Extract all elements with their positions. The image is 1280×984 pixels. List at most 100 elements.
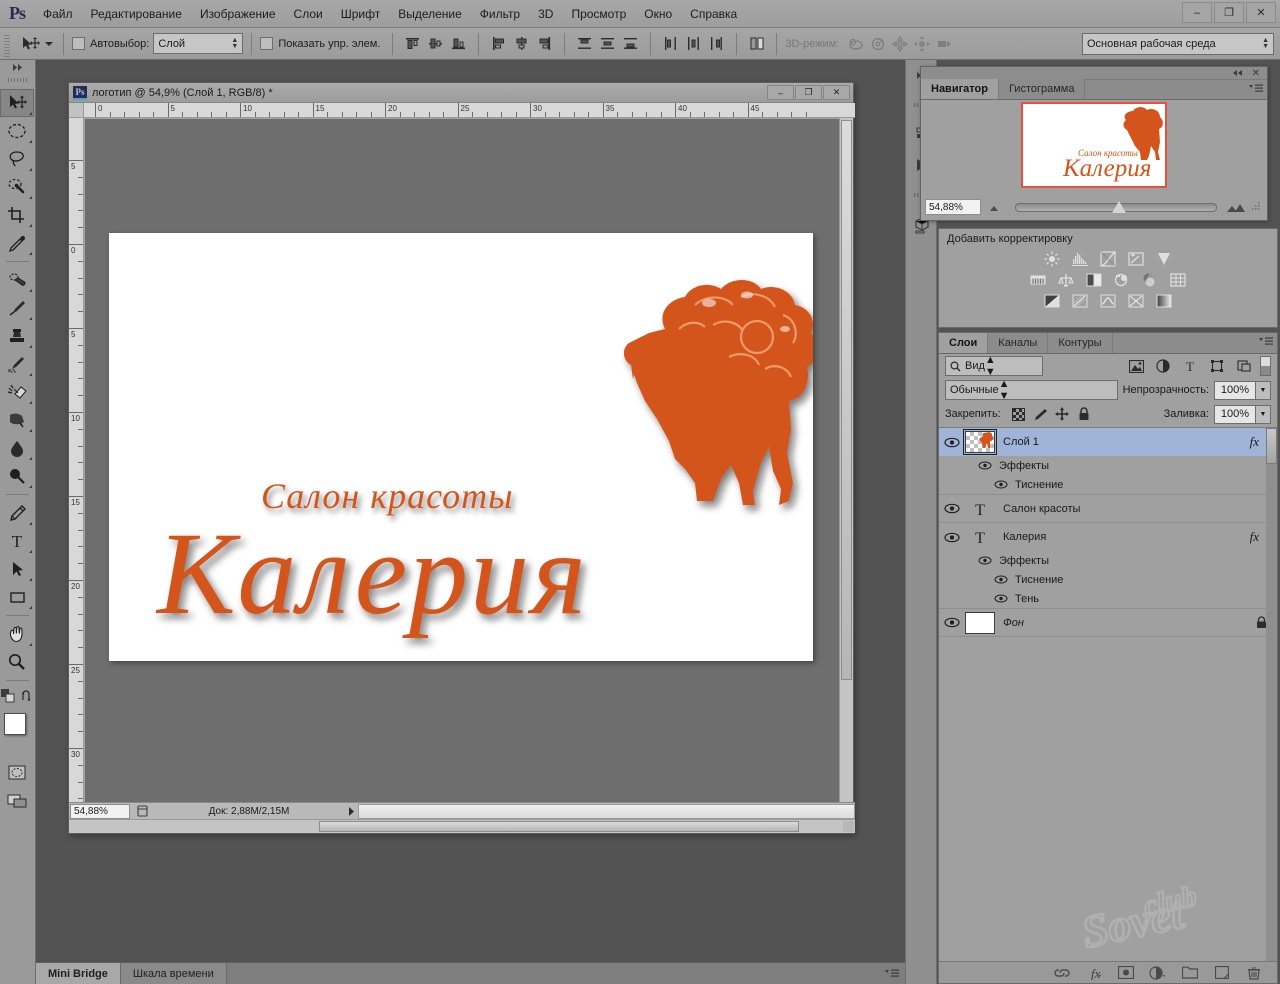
- tab-channels[interactable]: Каналы: [988, 333, 1049, 353]
- effect-visibility-toggle[interactable]: [993, 591, 1009, 607]
- layer-visibility-toggle[interactable]: [939, 495, 965, 523]
- tool-eraser[interactable]: [0, 378, 34, 406]
- tool-path-selection[interactable]: [0, 555, 34, 583]
- layer-effect-item[interactable]: Тиснение: [939, 475, 1277, 495]
- link-layers-icon[interactable]: [1053, 964, 1071, 982]
- collapse-panel-icon[interactable]: [1232, 69, 1243, 77]
- layer-visibility-toggle[interactable]: [939, 609, 965, 637]
- tool-quick-selection[interactable]: [0, 173, 34, 201]
- menu-help[interactable]: Справка: [681, 0, 746, 28]
- color-balance-icon[interactable]: [1056, 271, 1076, 289]
- effects-visibility-toggle[interactable]: [977, 553, 993, 569]
- opacity-value[interactable]: 100%: [1214, 380, 1256, 400]
- tab-navigator[interactable]: Навигатор: [921, 79, 999, 99]
- navigator-zoom-slider[interactable]: [1015, 200, 1217, 213]
- tool-dodge[interactable]: [0, 462, 34, 490]
- tool-rectangle[interactable]: [0, 583, 34, 611]
- photo-filter-icon[interactable]: [1112, 271, 1132, 289]
- tool-pen[interactable]: [0, 499, 34, 527]
- toolbox-grip[interactable]: [8, 74, 27, 86]
- layer-visibility-toggle[interactable]: [939, 523, 965, 551]
- filter-adjustment-icon[interactable]: [1152, 356, 1174, 376]
- tool-gradient[interactable]: [0, 406, 34, 434]
- layer-thumbnail[interactable]: [965, 611, 995, 634]
- distribute-vertical-center-icon[interactable]: [597, 33, 618, 54]
- tool-elliptical-marquee[interactable]: [0, 117, 34, 145]
- tool-zoom[interactable]: [0, 648, 34, 676]
- tab-histogram[interactable]: Гистограмма: [998, 79, 1086, 99]
- document-titlebar[interactable]: Ps логотип @ 54,9% (Слой 1, RGB/8) * – ❐…: [69, 83, 853, 103]
- hue-saturation-icon[interactable]: [1028, 271, 1048, 289]
- tool-blur[interactable]: [0, 434, 34, 462]
- resize-grip-icon[interactable]: [843, 821, 854, 832]
- vibrance-icon[interactable]: [1154, 250, 1174, 268]
- tab-paths[interactable]: Контуры: [1048, 333, 1113, 353]
- invert-icon[interactable]: [1042, 292, 1062, 310]
- layer-name[interactable]: Слой 1: [1003, 436, 1250, 448]
- layers-panel-menu-icon[interactable]: [1259, 337, 1273, 347]
- layer-name[interactable]: Салон красоты: [1003, 503, 1277, 515]
- navigator-resize-grip-icon[interactable]: [1251, 201, 1263, 213]
- add-layer-style-icon[interactable]: fx: [1085, 964, 1103, 982]
- fill-dropdown-arrow-icon[interactable]: ▼: [1256, 404, 1271, 424]
- align-horizontal-centers-icon[interactable]: [511, 33, 532, 54]
- status-expand-icon[interactable]: [344, 804, 358, 819]
- menu-type[interactable]: Шрифт: [332, 0, 389, 28]
- tool-lasso[interactable]: [0, 145, 34, 173]
- layer-effects-group[interactable]: Эффекты: [939, 551, 1277, 570]
- tool-history-brush[interactable]: [0, 350, 34, 378]
- brightness-contrast-icon[interactable]: [1042, 250, 1062, 268]
- toolbox-expand-icon[interactable]: [0, 60, 35, 74]
- ruler-corner[interactable]: [69, 103, 84, 118]
- blend-mode-dropdown[interactable]: Обычные ▲ ▼: [945, 378, 1118, 402]
- curves-icon[interactable]: [1098, 250, 1118, 268]
- menu-file[interactable]: Файл: [34, 0, 82, 28]
- quick-mask-toggle[interactable]: [0, 759, 34, 787]
- document-restore-button[interactable]: ❐: [795, 85, 822, 100]
- table-row[interactable]: T Калерия fx: [939, 523, 1277, 551]
- document-minimize-button[interactable]: –: [767, 85, 794, 100]
- zoom-slider-handle[interactable]: [1112, 200, 1126, 213]
- move-tool-icon[interactable]: [17, 32, 43, 56]
- distribute-top-icon[interactable]: [574, 33, 595, 54]
- lock-transparent-pixels-icon[interactable]: [1010, 405, 1027, 423]
- layer-filter-dropdown[interactable]: Вид ▲ ▼: [945, 354, 1043, 378]
- layer-effect-item[interactable]: Тень: [939, 589, 1277, 609]
- document-profile-icon[interactable]: [132, 804, 154, 819]
- effects-visibility-toggle[interactable]: [977, 458, 993, 474]
- channel-mixer-icon[interactable]: [1140, 271, 1160, 289]
- filter-type-icon[interactable]: T: [1179, 356, 1201, 376]
- layer-fx-badge[interactable]: fx: [1250, 434, 1259, 450]
- posterize-icon[interactable]: [1070, 292, 1090, 310]
- horizontal-ruler[interactable]: 0 5 10 15 20 25 30 35 40 45: [69, 103, 855, 118]
- canvas-vertical-scrollbar[interactable]: [839, 118, 853, 808]
- tab-mini-bridge[interactable]: Mini Bridge: [36, 963, 121, 984]
- filter-pixel-icon[interactable]: [1125, 356, 1147, 376]
- bottom-panel-menu-icon[interactable]: [885, 969, 899, 979]
- tool-eyedropper[interactable]: [0, 229, 34, 257]
- tool-horizontal-type[interactable]: T: [0, 527, 34, 555]
- filter-shape-icon[interactable]: [1206, 356, 1228, 376]
- menu-window[interactable]: Окно: [635, 0, 681, 28]
- layer-effect-item[interactable]: Тиснение: [939, 570, 1277, 589]
- canvas-area[interactable]: Салон красоты Калерия: [85, 119, 847, 808]
- auto-align-layers-icon[interactable]: [746, 33, 767, 54]
- menu-edit[interactable]: Редактирование: [82, 0, 191, 28]
- navigator-thumbnail[interactable]: Салон красоты Калерия: [1021, 102, 1167, 188]
- layer-thumbnail[interactable]: [963, 429, 997, 455]
- align-vertical-centers-icon[interactable]: [425, 33, 446, 54]
- exposure-icon[interactable]: [1126, 250, 1146, 268]
- delete-layer-icon[interactable]: [1245, 964, 1263, 982]
- layer-type-thumbnail[interactable]: T: [965, 525, 995, 549]
- align-left-edges-icon[interactable]: [488, 33, 509, 54]
- table-row[interactable]: Слой 1 fx: [939, 428, 1277, 456]
- zoom-out-icon[interactable]: [981, 203, 1011, 212]
- distribute-bottom-icon[interactable]: [620, 33, 641, 54]
- layer-filter-toggle[interactable]: [1260, 356, 1271, 376]
- minimize-button[interactable]: –: [1182, 2, 1212, 23]
- options-bar-grip[interactable]: [2, 30, 12, 57]
- canvas-horizontal-scrollbar[interactable]: [69, 819, 855, 833]
- threshold-icon[interactable]: [1098, 292, 1118, 310]
- filter-smart-object-icon[interactable]: [1233, 356, 1255, 376]
- selective-color-icon[interactable]: [1126, 292, 1146, 310]
